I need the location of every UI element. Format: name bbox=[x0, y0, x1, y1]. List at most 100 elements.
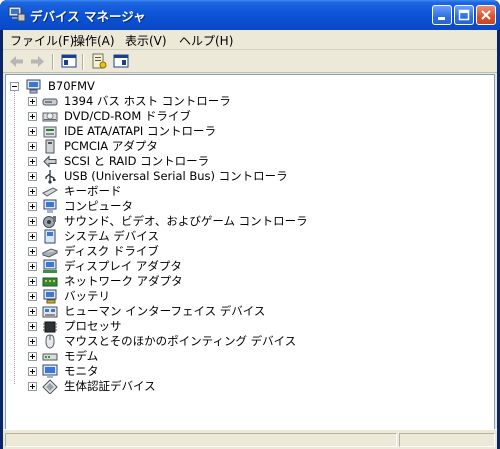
minimize-button[interactable] bbox=[432, 5, 452, 25]
status-pane-secondary bbox=[399, 433, 495, 447]
back-arrow-icon bbox=[10, 56, 23, 67]
menu-action[interactable]: 操作(A) bbox=[73, 32, 115, 49]
forward-button[interactable] bbox=[27, 52, 47, 71]
status-pane-main bbox=[5, 433, 397, 447]
tree-item-label: 1394 バス ホスト コントローラ bbox=[64, 94, 231, 108]
tree-item-label: サウンド、ビデオ、およびゲーム コントローラ bbox=[64, 214, 308, 228]
tree-item[interactable]: 1394 バス ホスト コントローラ bbox=[28, 94, 348, 109]
tree-item[interactable]: プロセッサ bbox=[28, 319, 348, 334]
toolbar-separator bbox=[82, 54, 84, 70]
tree-item-label: マウスとそのほかのポインティング デバイス bbox=[64, 334, 297, 348]
tree-item[interactable]: システム デバイス bbox=[28, 229, 348, 244]
keyboard-icon bbox=[42, 187, 58, 197]
expand-toggle[interactable] bbox=[28, 172, 37, 181]
tree-item[interactable]: キーボード bbox=[28, 184, 348, 199]
show-hide-console-tree-button[interactable] bbox=[59, 52, 79, 71]
tree-item[interactable]: モデム bbox=[28, 349, 348, 364]
hid-icon bbox=[42, 306, 58, 318]
expand-toggle[interactable] bbox=[28, 322, 37, 331]
back-button[interactable] bbox=[7, 52, 27, 71]
tree-item[interactable]: USB (Universal Serial Bus) コントローラ bbox=[28, 169, 348, 184]
ide-controller-icon bbox=[43, 126, 57, 138]
expand-toggle[interactable] bbox=[28, 232, 37, 241]
expand-toggle[interactable] bbox=[28, 367, 37, 376]
tree-item[interactable]: 生体認証デバイス bbox=[28, 379, 348, 394]
tree-item[interactable]: ネットワーク アダプタ bbox=[28, 274, 348, 289]
title-bar[interactable]: デバイス マネージャ bbox=[0, 0, 500, 30]
expand-toggle[interactable] bbox=[28, 202, 37, 211]
tree-item[interactable]: サウンド、ビデオ、およびゲーム コントローラ bbox=[28, 214, 348, 229]
tree-item-label: コンピュータ bbox=[64, 199, 133, 213]
expand-toggle[interactable] bbox=[28, 277, 37, 286]
tree-item-label: バッテリ bbox=[64, 289, 110, 303]
collapse-toggle[interactable] bbox=[10, 82, 19, 91]
tree-root[interactable]: B70FMV bbox=[10, 79, 310, 94]
modem-icon bbox=[42, 353, 58, 361]
tree-item[interactable]: SCSI と RAID コントローラ bbox=[28, 154, 348, 169]
tree-item-label: プロセッサ bbox=[64, 319, 122, 333]
display-adapter-icon bbox=[43, 259, 57, 273]
help-button[interactable] bbox=[111, 52, 131, 71]
computer-root-icon bbox=[26, 79, 41, 94]
scsi-controller-icon bbox=[43, 155, 57, 168]
expand-toggle[interactable] bbox=[28, 262, 37, 271]
expand-toggle[interactable] bbox=[28, 382, 37, 391]
help-panel-icon bbox=[113, 54, 129, 68]
forward-arrow-icon bbox=[31, 56, 44, 67]
tree-item-label: ネットワーク アダプタ bbox=[64, 274, 183, 288]
expand-toggle[interactable] bbox=[28, 157, 37, 166]
tree-item-label: システム デバイス bbox=[64, 229, 159, 243]
tree-item[interactable]: ディスプレイ アダプタ bbox=[28, 259, 348, 274]
menu-view[interactable]: 表示(V) bbox=[125, 32, 167, 49]
tree-item[interactable]: コンピュータ bbox=[28, 199, 348, 214]
device-manager-icon bbox=[8, 6, 26, 22]
expand-toggle[interactable] bbox=[28, 337, 37, 346]
tree-item[interactable]: バッテリ bbox=[28, 289, 348, 304]
window-title: デバイス マネージャ bbox=[30, 9, 146, 24]
expand-toggle[interactable] bbox=[28, 112, 37, 121]
minimize-icon bbox=[438, 17, 445, 20]
expand-toggle[interactable] bbox=[28, 292, 37, 301]
system-device-icon bbox=[44, 229, 56, 244]
tree-item[interactable]: マウスとそのほかのポインティング デバイス bbox=[28, 334, 348, 349]
expand-toggle[interactable] bbox=[28, 187, 37, 196]
tree-item-label: モニタ bbox=[64, 364, 99, 378]
tree-item[interactable]: IDE ATA/ATAPI コントローラ bbox=[28, 124, 348, 139]
tree-item[interactable]: DVD/CD-ROM ドライブ bbox=[28, 109, 348, 124]
tree-item-label: USB (Universal Serial Bus) コントローラ bbox=[64, 169, 288, 183]
maximize-icon bbox=[458, 9, 470, 21]
tree-item-label: モデム bbox=[64, 349, 99, 363]
device-tree[interactable]: B70FMV 1394 バス ホスト コントローラ DVD/CD-ROM ドライブ… bbox=[5, 74, 495, 449]
properties-icon bbox=[92, 53, 107, 69]
tree-item-label: 生体認証デバイス bbox=[64, 379, 156, 393]
close-button[interactable] bbox=[476, 5, 496, 25]
menu-help[interactable]: ヘルプ(H) bbox=[179, 32, 233, 49]
expand-toggle[interactable] bbox=[28, 352, 37, 361]
disk-drive-icon bbox=[42, 248, 58, 258]
tree-root-label: B70FMV bbox=[48, 79, 95, 93]
tree-item[interactable]: ディスク ドライブ bbox=[28, 244, 348, 259]
toolbar-separator bbox=[52, 54, 54, 70]
cdrom-drive-icon bbox=[42, 112, 58, 122]
battery-icon bbox=[43, 289, 57, 304]
tree-item[interactable]: ヒューマン インターフェイス デバイス bbox=[28, 304, 348, 319]
expand-toggle[interactable] bbox=[28, 97, 37, 106]
expand-toggle[interactable] bbox=[28, 142, 37, 151]
expand-toggle[interactable] bbox=[28, 307, 37, 316]
status-bar bbox=[3, 429, 497, 449]
menu-file[interactable]: ファイル(F) bbox=[10, 32, 74, 49]
tree-item[interactable]: PCMCIA アダプタ bbox=[28, 139, 348, 154]
tree-item-label: ディスク ドライブ bbox=[64, 244, 159, 258]
sound-video-game-icon bbox=[43, 216, 56, 228]
monitor-icon bbox=[42, 364, 58, 378]
usb-controller-icon bbox=[45, 170, 56, 184]
expand-toggle[interactable] bbox=[28, 127, 37, 136]
properties-button[interactable] bbox=[89, 52, 109, 71]
expand-toggle[interactable] bbox=[28, 217, 37, 226]
tree-item[interactable]: モニタ bbox=[28, 364, 348, 379]
pcmcia-adapter-icon bbox=[45, 139, 55, 154]
maximize-button[interactable] bbox=[454, 5, 474, 25]
computer-icon bbox=[43, 199, 57, 213]
expand-toggle[interactable] bbox=[28, 247, 37, 256]
network-adapter-icon bbox=[42, 277, 58, 287]
